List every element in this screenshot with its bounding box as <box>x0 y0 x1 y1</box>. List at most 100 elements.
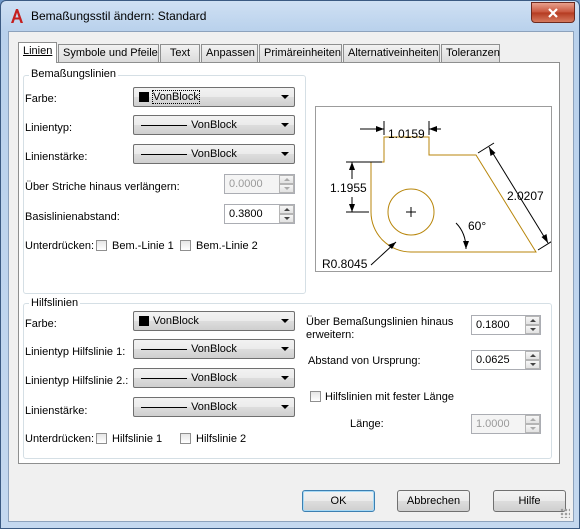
color-swatch <box>139 92 149 102</box>
close-button[interactable] <box>531 2 575 23</box>
spin-down-button[interactable] <box>525 424 540 433</box>
title-bar[interactable]: Bemaßungsstil ändern: Standard <box>1 1 579 31</box>
extline-suppress-label: Unterdrücken: <box>25 433 95 445</box>
tab-label: Toleranzen <box>446 47 500 59</box>
tab-anpassen[interactable]: Anpassen <box>201 44 258 62</box>
spin-up-button[interactable] <box>525 351 540 360</box>
dimline-extend-input[interactable]: 0.0000 <box>224 174 295 194</box>
tab-toleranzen[interactable]: Toleranzen <box>441 44 500 62</box>
suppress-extline-2-label: Hilfslinie 2 <box>196 433 247 445</box>
cancel-button-label: Abbrechen <box>406 495 461 507</box>
extline-lineweight-value: VonBlock <box>191 401 237 413</box>
length-label: Länge: <box>350 418 384 430</box>
suppress-dimline-1-checkbox[interactable] <box>96 240 107 251</box>
extend-beyond-label-1: Über Bemaßungslinien hinaus <box>306 316 454 328</box>
chevron-down-icon <box>281 319 289 323</box>
dimline-lineweight-label: Linienstärke: <box>25 151 88 163</box>
chevron-down-icon <box>281 376 289 380</box>
extline-lineweight-select[interactable]: VonBlock <box>133 397 295 417</box>
cancel-button[interactable]: Abbrechen <box>397 490 470 512</box>
tab-primaereinheiten[interactable]: Primäreinheiten <box>259 44 342 62</box>
dimline-color-select[interactable]: VonBlock <box>133 87 295 107</box>
extline-lineweight-label: Linienstärke: <box>25 405 88 417</box>
spin-up-button[interactable] <box>525 415 540 424</box>
dialog-client: Linien Symbole und Pfeile Text Anpassen … <box>8 31 574 522</box>
extline-linetype2-value: VonBlock <box>191 372 237 384</box>
tab-label: Text <box>169 47 191 59</box>
chevron-down-icon <box>281 123 289 127</box>
length-value: 1.0000 <box>476 418 510 430</box>
suppress-dimline-2-label: Bem.-Linie 2 <box>196 240 258 252</box>
window-title: Bemaßungsstil ändern: Standard <box>31 9 207 23</box>
suppress-extline-2-checkbox[interactable] <box>180 433 191 444</box>
extend-beyond-input[interactable]: 0.1800 <box>471 315 541 335</box>
spin-up-button[interactable] <box>279 205 294 214</box>
dimline-linetype-label: Linientyp: <box>25 122 73 134</box>
dimline-color-label: Farbe: <box>25 93 57 105</box>
extline-color-select[interactable]: VonBlock <box>133 311 295 331</box>
tab-linien[interactable]: Linien <box>18 42 57 63</box>
dimline-color-value: VonBlock <box>152 90 200 104</box>
preview-dim-top: 1.0159 <box>388 127 425 141</box>
dimline-extend-label: Über Striche hinaus verlängern: <box>25 181 180 193</box>
spin-up-button[interactable] <box>279 175 294 184</box>
extension-lines-group-title: Hilfslinien <box>29 297 81 309</box>
resize-grip-icon[interactable] <box>560 508 570 518</box>
spin-down-button[interactable] <box>279 184 294 193</box>
extline-color-label: Farbe: <box>25 318 57 330</box>
dimline-lineweight-value: VonBlock <box>191 148 237 160</box>
tab-label: Alternativeinheiten <box>348 47 439 59</box>
chevron-down-icon <box>281 95 289 99</box>
close-icon <box>548 7 558 18</box>
extline-color-value: VonBlock <box>153 315 199 327</box>
spin-down-button[interactable] <box>525 360 540 369</box>
chevron-down-icon <box>281 405 289 409</box>
dimline-linetype-value: VonBlock <box>191 119 237 131</box>
tab-alternativeinheiten[interactable]: Alternativeinheiten <box>343 44 440 62</box>
preview-dim-radius: R0.8045 <box>322 257 368 271</box>
spin-down-button[interactable] <box>525 325 540 334</box>
extline-linetype2-select[interactable]: VonBlock <box>133 368 295 388</box>
color-swatch <box>139 316 149 326</box>
dialog-window: Bemaßungsstil ändern: Standard Linien Sy… <box>0 0 580 529</box>
dimension-lines-group-title: Bemaßungslinien <box>29 68 118 80</box>
extline-linetype2-label: Linientyp Hilfslinie 2.: <box>25 375 129 387</box>
tab-symbole-pfeile[interactable]: Symbole und Pfeile <box>58 44 159 62</box>
tab-label: Linien <box>23 45 53 57</box>
autocad-logo-icon <box>11 9 23 23</box>
ok-button-label: OK <box>330 495 347 507</box>
extline-linetype1-select[interactable]: VonBlock <box>133 339 295 359</box>
baseline-spacing-input[interactable]: 0.3800 <box>224 204 295 224</box>
fixed-length-label: Hilfslinien mit fester Länge <box>325 391 455 403</box>
dimension-preview: 1.0159 1.1955 2.0207 60° R0.8045 <box>315 106 555 272</box>
chevron-down-icon <box>281 152 289 156</box>
fixed-length-checkbox[interactable] <box>310 391 321 402</box>
ok-button[interactable]: OK <box>302 490 375 512</box>
help-button[interactable]: Hilfe <box>493 490 566 512</box>
tab-label: Anpassen <box>206 47 255 59</box>
suppress-extline-1-checkbox[interactable] <box>96 433 107 444</box>
preview-dim-right: 2.0207 <box>507 189 544 203</box>
tab-text[interactable]: Text <box>160 44 200 62</box>
tab-panel-linien: Bemaßungslinien Farbe: VonBlock Linienty… <box>18 62 560 464</box>
extline-linetype1-value: VonBlock <box>191 343 237 355</box>
baseline-spacing-value: 0.3800 <box>229 208 263 220</box>
chevron-down-icon <box>281 347 289 351</box>
baseline-spacing-label: Basislinienabstand: <box>25 211 120 223</box>
offset-origin-input[interactable]: 0.0625 <box>471 350 541 370</box>
dimline-lineweight-select[interactable]: VonBlock <box>133 144 295 164</box>
extline-linetype1-label: Linientyp Hilfslinie 1: <box>25 346 126 358</box>
suppress-dimline-2-checkbox[interactable] <box>180 240 191 251</box>
dimline-linetype-select[interactable]: VonBlock <box>133 115 295 135</box>
extend-beyond-value: 0.1800 <box>476 319 510 331</box>
help-button-label: Hilfe <box>518 495 541 507</box>
offset-origin-label: Abstand von Ursprung: <box>308 355 421 367</box>
spin-down-button[interactable] <box>279 214 294 223</box>
tab-label: Primäreinheiten <box>264 47 342 59</box>
preview-dim-angle: 60° <box>468 219 487 233</box>
spin-up-button[interactable] <box>525 316 540 325</box>
tab-label: Symbole und Pfeile <box>63 47 158 59</box>
dimline-extend-value: 0.0000 <box>229 178 263 190</box>
suppress-extline-1-label: Hilfslinie 1 <box>112 433 163 445</box>
length-input[interactable]: 1.0000 <box>471 414 541 434</box>
